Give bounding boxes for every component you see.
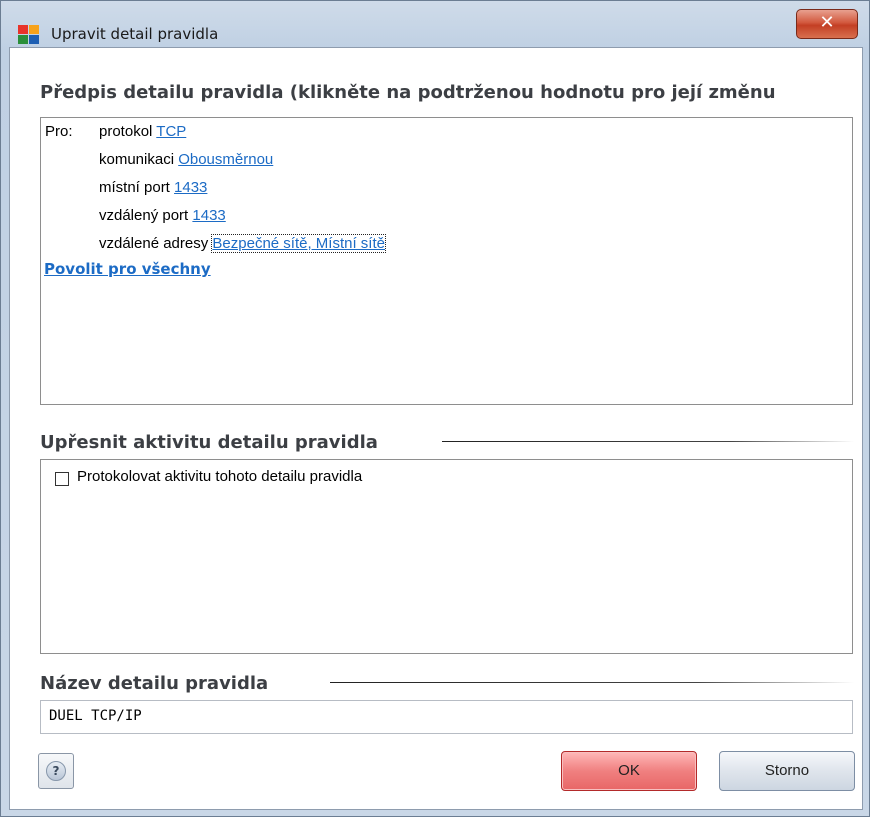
cancel-button[interactable]: Storno — [719, 751, 855, 791]
remote-addresses-label: vzdálené adresy — [99, 235, 209, 252]
name-divider — [330, 682, 854, 683]
rule-definition-box: Pro: protokol TCP komunikaci Obousměrnou… — [40, 117, 853, 405]
ok-button[interactable]: OK — [561, 751, 697, 791]
window-title: Upravit detail pravidla — [51, 25, 219, 43]
protocol-label: protokol — [99, 123, 153, 140]
local-port-link[interactable]: 1433 — [174, 179, 207, 196]
protocol-link[interactable]: TCP — [156, 123, 186, 140]
for-label: Pro: — [45, 123, 73, 140]
close-button[interactable]: ✕ — [796, 9, 858, 39]
activity-heading: Upřesnit aktivitu detailu pravidla — [40, 432, 378, 453]
avg-logo-icon — [17, 23, 41, 47]
title-bar[interactable]: Upravit detail pravidla ✕ — [1, 1, 871, 47]
help-button[interactable]: ? — [38, 753, 74, 789]
direction-link[interactable]: Obousměrnou — [178, 151, 273, 168]
log-activity-checkbox[interactable] — [55, 472, 69, 486]
log-activity-label[interactable]: Protokolovat aktivitu tohoto detailu pra… — [77, 468, 362, 485]
remote-port-label: vzdálený port — [99, 207, 189, 224]
activity-box: Protokolovat aktivitu tohoto detailu pra… — [40, 459, 853, 654]
local-port-label: místní port — [99, 179, 170, 196]
rule-definition-heading: Předpis detailu pravidla (klikněte na po… — [40, 82, 776, 103]
name-heading: Název detailu pravidla — [40, 673, 269, 694]
allow-for-all-link[interactable]: Povolit pro všechny — [44, 260, 211, 278]
rule-name-input[interactable]: DUEL TCP/IP — [40, 700, 853, 734]
dialog-body: Předpis detailu pravidla (klikněte na po… — [9, 47, 863, 810]
dialog-window: Upravit detail pravidla ✕ Předpis detail… — [0, 0, 870, 817]
remote-addresses-link[interactable]: Bezpečné sítě, Místní sítě — [211, 234, 386, 253]
help-icon: ? — [46, 761, 66, 781]
activity-divider — [442, 441, 854, 442]
direction-label: komunikaci — [99, 151, 175, 168]
remote-port-link[interactable]: 1433 — [192, 207, 225, 224]
close-icon: ✕ — [819, 12, 835, 33]
